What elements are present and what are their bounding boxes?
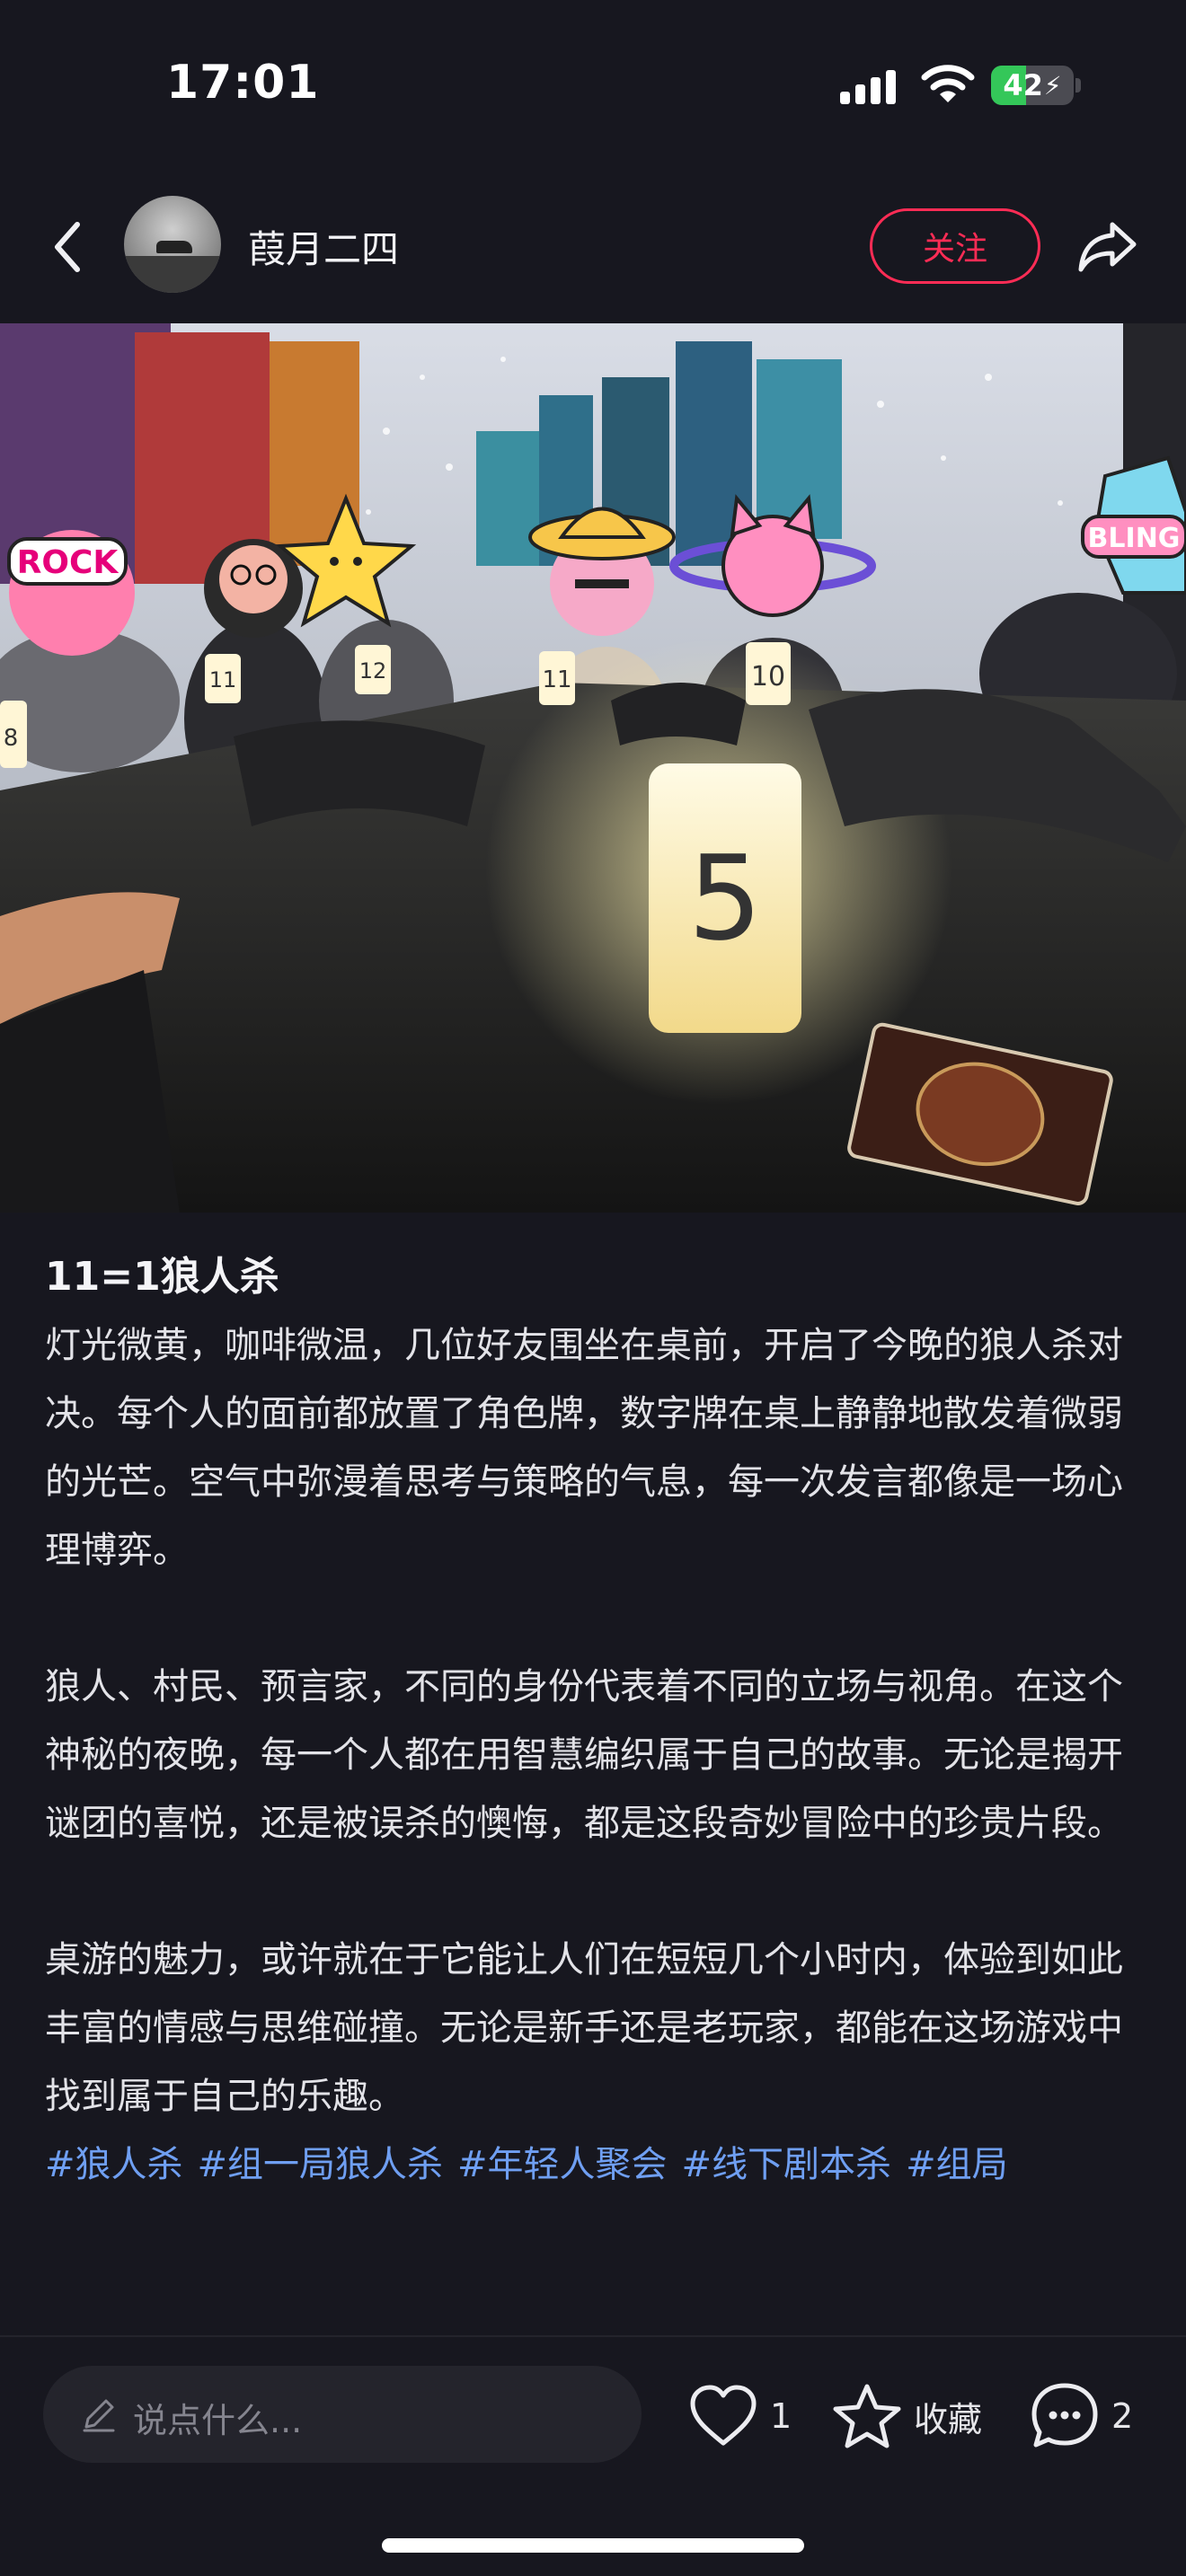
lamp-number: 12: [359, 658, 387, 684]
lamp-number: 11: [209, 667, 237, 693]
status-bar: 17:01 42 ⚡: [0, 0, 1186, 171]
star-icon: [833, 2384, 901, 2448]
hashtag-list: #狼人杀 #组一局狼人杀 #年轻人聚会 #线下剧本杀 #组局: [45, 2130, 1150, 2199]
status-time: 17:01: [166, 56, 320, 110]
lamp-number: 8: [4, 725, 19, 752]
comment-button[interactable]: 2: [1029, 2371, 1133, 2461]
cellular-signal-icon: [840, 68, 903, 104]
charging-bolt-icon: ⚡: [1043, 70, 1062, 101]
hashtag-link[interactable]: #线下剧本杀: [682, 2144, 892, 2185]
comment-count: 2: [1111, 2396, 1134, 2436]
hashtag-link[interactable]: #组一局狼人杀: [198, 2144, 444, 2185]
battery-level: 42: [1003, 68, 1043, 102]
follow-button[interactable]: 关注: [870, 208, 1040, 284]
post-header: 葭月二四 关注: [0, 171, 1186, 323]
like-button[interactable]: 1: [687, 2371, 792, 2461]
post-content: 11=1狼人杀 灯光微黄，咖啡微温，几位好友围坐在桌前，开启了今晚的狼人杀对决。…: [45, 1248, 1150, 2199]
post-title: 11=1狼人杀: [45, 1254, 279, 1300]
pencil-icon: [83, 2399, 115, 2432]
sticker-text: BLING: [1088, 523, 1181, 554]
poster: [476, 431, 539, 566]
battery-icon: 42 ⚡: [991, 66, 1074, 105]
werewolf-game-photo: 5 10 11 12 11 8 ROCK BLING: [0, 323, 1186, 1213]
lamp-number: 10: [751, 661, 785, 693]
comment-input[interactable]: 说点什么...: [43, 2366, 642, 2463]
home-indicator[interactable]: [382, 2538, 804, 2553]
collect-label: 收藏: [914, 2399, 983, 2439]
author-avatar[interactable]: [124, 196, 221, 293]
post-paragraph-3: 桌游的魅力，或许就在于它能让人们在短短几个小时内，体验到如此丰富的情感与思维碰撞…: [45, 1939, 1123, 2117]
share-icon[interactable]: [1075, 212, 1141, 278]
wifi-icon: [921, 65, 975, 102]
sticker-text: ROCK: [17, 544, 119, 581]
battery-cap: [1075, 78, 1081, 93]
lamp-number: 11: [542, 666, 571, 693]
like-count: 1: [770, 2396, 792, 2436]
hashtag-link[interactable]: #组局: [906, 2144, 1008, 2185]
hashtag-link[interactable]: #年轻人聚会: [457, 2144, 668, 2185]
comment-placeholder: 说点什么...: [133, 2401, 303, 2440]
post-photo[interactable]: 5 10 11 12 11 8 ROCK BLING: [0, 323, 1186, 1213]
sticker-rock-face: ROCK: [7, 530, 135, 656]
back-arrow-icon[interactable]: [47, 216, 90, 278]
bottom-divider: [0, 2335, 1186, 2337]
collect-button[interactable]: 收藏: [831, 2371, 982, 2461]
heart-icon: [690, 2385, 757, 2446]
author-name[interactable]: 葭月二四: [248, 219, 399, 274]
hashtag-link[interactable]: #狼人杀: [45, 2144, 183, 2185]
post-paragraph-1: 灯光微黄，咖啡微温，几位好友围坐在桌前，开启了今晚的狼人杀对决。每个人的面前都放…: [45, 1325, 1123, 1571]
post-paragraph-2: 狼人、村民、预言家，不同的身份代表着不同的立场与视角。在这个神秘的夜晚，每一个人…: [45, 1666, 1123, 1844]
comment-bubble-icon: [1031, 2383, 1098, 2448]
lamp-number: 5: [688, 830, 763, 966]
